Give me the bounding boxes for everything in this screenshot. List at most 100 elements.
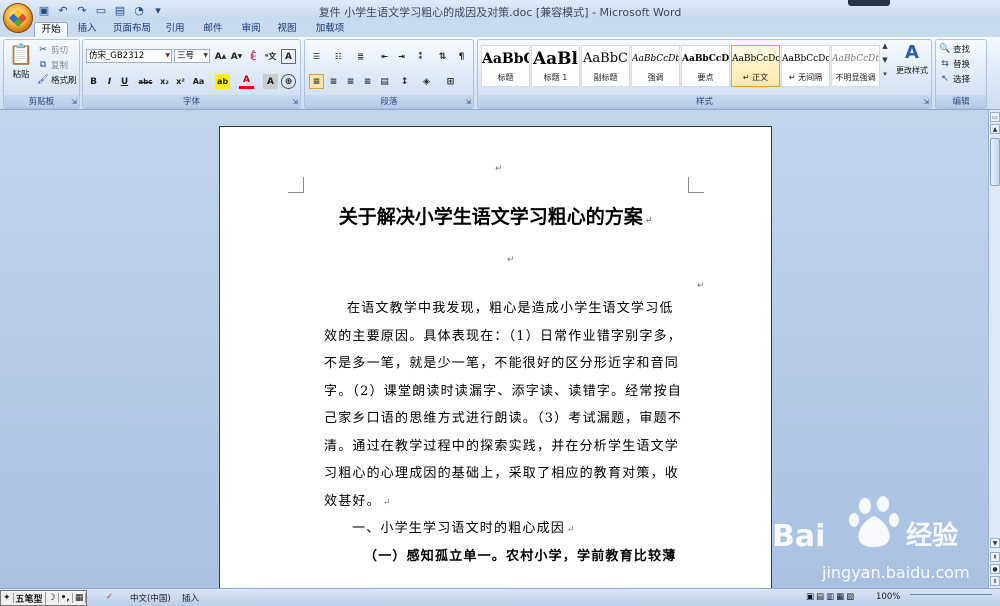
strikethrough-button[interactable]: abc (138, 74, 153, 89)
style-normal[interactable]: AaBbCcDc ↵ 正文 (731, 45, 780, 87)
dialog-launcher-icon[interactable]: ⇲ (292, 98, 298, 106)
style-emphasis[interactable]: AaBbCcDt 强调 (631, 45, 680, 87)
align-center-icon[interactable]: ≡ (326, 74, 341, 89)
char-border-icon[interactable]: A (281, 49, 296, 64)
enclosed-char-icon[interactable]: ⊕ (281, 74, 296, 89)
char-shading-icon[interactable]: A (263, 74, 278, 89)
language-status[interactable]: 中文(中国) (130, 592, 171, 604)
window-controls[interactable] (848, 0, 890, 6)
ime-punctuation-icon[interactable]: •, (59, 593, 73, 603)
dialog-launcher-icon[interactable]: ⇲ (71, 98, 77, 106)
bullets-icon[interactable]: ☰ (309, 49, 324, 64)
prev-page-icon[interactable]: ⇞ (990, 552, 1000, 562)
line-spacing-icon[interactable]: ↕ (397, 74, 412, 89)
more-styles-icon[interactable]: ▾ (883, 70, 887, 78)
change-styles-button[interactable]: A 更改样式 (892, 42, 932, 76)
document-page[interactable]: ↵ 关于解决小学生语文学习粗心的方案 ↵ ↵ ↵ 在语文教学中我发现，粗心是造成小… (219, 126, 772, 596)
text-line-end: 效甚好。 ↵ (324, 490, 689, 518)
cut-button[interactable]: ✂ 剪切 (37, 44, 68, 56)
find-button[interactable]: 🔍 查找 (939, 43, 970, 55)
style-name: ↵ 无间隔 (788, 73, 823, 82)
chevron-up-icon[interactable]: ▲ (882, 42, 887, 50)
scroll-down-icon[interactable]: ▼ (990, 538, 1000, 548)
clear-format-icon[interactable]: ꍟ (246, 49, 261, 64)
proofing-icon[interactable]: ✓ (106, 592, 113, 602)
increase-indent-icon[interactable]: ⇥ (394, 49, 409, 64)
underline-button[interactable]: U (117, 74, 132, 89)
dialog-launcher-icon[interactable]: ⇲ (923, 98, 929, 106)
copy-icon: ⧉ (39, 60, 47, 70)
tab-references[interactable]: 引用 (162, 22, 188, 37)
text-line: 字。（2）课堂朗读时读漏字、添字读、读错字。经常按自 (324, 383, 682, 399)
ime-logo-icon[interactable]: ✦ (1, 593, 14, 603)
title-bar: ▣ ↶ ↷ ▭ ▤ ◔ ▾ 复件 小学生语文学习粗心的成因及对策.doc [兼容… (0, 0, 1000, 20)
tab-addins[interactable]: 加载项 (312, 22, 348, 37)
show-marks-icon[interactable]: ¶ (454, 49, 469, 64)
font-color-icon[interactable]: A (239, 74, 254, 89)
ime-toolbar[interactable]: ✦ 五笔型 ☽ •, ▦ (0, 590, 88, 606)
body-paragraph[interactable]: 在语文教学中我发现，粗心是造成小学生语文学习低 效的主要原因。具体表现在：（1）… (324, 297, 689, 572)
zoom-slider[interactable] (910, 594, 992, 602)
style-subtle-emphasis[interactable]: AaBbCcDt 不明显强调 (831, 45, 880, 87)
document-title[interactable]: 关于解决小学生语文学习粗心的方案 ↵ (220, 202, 771, 229)
select-button[interactable]: ↖ 选择 (939, 73, 970, 85)
font-size-value: 三号 (177, 51, 195, 61)
multilevel-list-icon[interactable]: ≣ (353, 49, 368, 64)
dialog-launcher-icon[interactable]: ⇲ (465, 98, 471, 106)
superscript-button[interactable]: x² (173, 74, 188, 89)
distributed-icon[interactable]: ▤ (377, 74, 392, 89)
scroll-up-icon[interactable]: ▲ (990, 124, 1000, 134)
ime-halfwidth-icon[interactable]: ☽ (46, 593, 59, 603)
styles-scroll[interactable]: ▲ ▼ ▾ (881, 42, 889, 78)
highlight-icon[interactable]: ab (215, 74, 230, 89)
numbering-icon[interactable]: ☷ (331, 49, 346, 64)
borders-icon[interactable]: ⊞ (443, 74, 458, 89)
font-size-combo[interactable]: 三号 ▼ (174, 49, 210, 63)
tab-insert[interactable]: 插入 (74, 22, 100, 37)
next-page-icon[interactable]: ⇟ (990, 576, 1000, 586)
tab-home[interactable]: 开始 (34, 22, 68, 37)
insert-mode-status[interactable]: 插入 (182, 592, 199, 604)
ime-mode[interactable]: 五笔型 (14, 591, 46, 605)
style-heading1[interactable]: AaBl 标题 1 (531, 45, 580, 87)
replace-button[interactable]: ⇆ 替换 (939, 58, 970, 70)
paste-button[interactable]: 📋 粘贴 (8, 42, 34, 80)
chinese-layout-icon[interactable]: ⁑ (413, 49, 428, 64)
grow-font-button[interactable]: A ▲ (213, 49, 228, 64)
view-buttons[interactable]: ▣▤▥▦▧ (806, 592, 856, 602)
office-button[interactable] (3, 3, 33, 33)
style-no-spacing[interactable]: AaBbCcDc ↵ 无间隔 (781, 45, 830, 87)
format-painter-button[interactable]: 🖌 格式刷 (37, 74, 76, 86)
align-right-icon[interactable]: ≡ (343, 74, 358, 89)
ruler-toggle-icon[interactable]: ▭ (990, 112, 1000, 122)
subscript-button[interactable]: x₂ (157, 74, 172, 89)
style-subtitle[interactable]: AaBbC 副标题 (581, 45, 630, 87)
bold-button[interactable]: B (86, 74, 101, 89)
scroll-thumb[interactable] (990, 138, 1000, 186)
style-title[interactable]: AaBbC 标题 (481, 45, 530, 87)
sort-icon[interactable]: ⇅ (435, 49, 450, 64)
zoom-level[interactable]: 100% (876, 592, 900, 602)
shrink-font-button[interactable]: A ▼ (229, 49, 244, 64)
font-name-combo[interactable]: 仿宋_GB2312 ▼ (86, 49, 172, 63)
cursor-icon: ↖ (941, 74, 949, 84)
tab-review[interactable]: 审阅 (238, 22, 264, 37)
tab-mailings[interactable]: 邮件 (200, 22, 226, 37)
italic-button[interactable]: I (102, 74, 117, 89)
vertical-scrollbar[interactable]: ▭ ▲ ▼ ⇞ ● ⇟ (988, 110, 1000, 588)
document-title-text: 关于解决小学生语文学习粗心的方案 (338, 206, 643, 228)
shading-icon[interactable]: ◈ (419, 74, 434, 89)
phonetic-guide-icon[interactable]: ᵃ文 (263, 49, 278, 64)
tab-page-layout[interactable]: 页面布局 (110, 22, 154, 37)
align-left-icon[interactable]: ≡ (309, 74, 324, 89)
browse-object-icon[interactable]: ● (990, 564, 1000, 574)
change-case-button[interactable]: Aa (191, 74, 206, 89)
chevron-down-icon[interactable]: ▼ (882, 56, 887, 64)
justify-icon[interactable]: ≡ (360, 74, 375, 89)
office-logo-icon (8, 8, 28, 28)
tab-view[interactable]: 视图 (274, 22, 300, 37)
style-strong[interactable]: AaBbCcD 要点 (681, 45, 730, 87)
decrease-indent-icon[interactable]: ⇤ (377, 49, 392, 64)
ime-keyboard-icon[interactable]: ▦ (73, 593, 87, 603)
copy-button[interactable]: ⧉ 复制 (37, 59, 68, 71)
